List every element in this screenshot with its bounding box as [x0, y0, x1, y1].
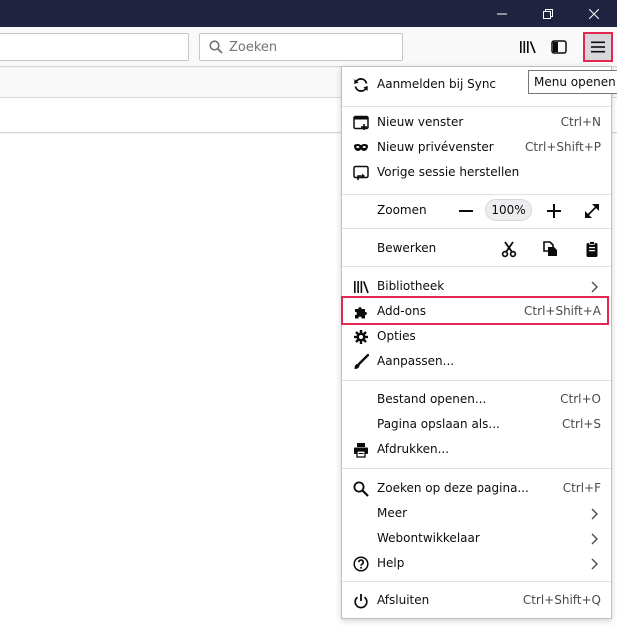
menu-item-customize[interactable]: Aanpassen... [342, 349, 611, 374]
search-bar[interactable] [199, 33, 403, 61]
menu-separator [342, 380, 611, 381]
navigation-toolbar [0, 27, 617, 67]
hamburger-icon [591, 41, 605, 53]
sync-icon [352, 76, 370, 94]
library-icon [352, 278, 370, 296]
menu-item-web-developer[interactable]: Webontwikkelaar [342, 526, 611, 551]
zoom-in-button[interactable] [545, 202, 563, 220]
copy-button[interactable] [541, 240, 559, 258]
chevron-right-icon [591, 533, 598, 545]
menu-item-more[interactable]: Meer [342, 501, 611, 526]
help-icon [352, 555, 370, 573]
menu-item-label: Add-ons [377, 304, 426, 318]
paintbrush-icon [352, 353, 370, 371]
menu-item-help[interactable]: Help [342, 551, 611, 576]
fullscreen-icon [585, 204, 599, 218]
menu-item-label: Webontwikkelaar [377, 531, 480, 545]
minimize-icon [497, 13, 507, 14]
cut-button[interactable] [500, 240, 518, 258]
shortcut-text: Ctrl+Shift+Q [522, 593, 601, 607]
url-bar[interactable] [0, 33, 189, 61]
gear-icon [352, 328, 370, 346]
menu-item-label: Afdrukken... [377, 442, 450, 456]
restore-icon [543, 8, 553, 19]
menu-item-label: Nieuw venster [377, 115, 464, 129]
printer-icon [352, 441, 370, 459]
minimize-button[interactable] [479, 0, 525, 27]
library-icon [520, 41, 536, 54]
menu-separator [342, 468, 611, 469]
chevron-right-icon [591, 281, 598, 293]
open-menu-button[interactable] [583, 32, 613, 62]
restore-button[interactable] [525, 0, 571, 27]
private-mask-icon [352, 139, 370, 157]
menu-item-quit[interactable]: Afsluiten Ctrl+Shift+Q [342, 588, 611, 613]
plus-icon [547, 204, 561, 218]
menu-item-options[interactable]: Opties [342, 324, 611, 349]
chevron-right-icon [591, 558, 598, 570]
menu-item-label: Bibliotheek [377, 279, 445, 293]
copy-icon [543, 241, 557, 256]
search-input[interactable] [229, 39, 399, 55]
library-button[interactable] [514, 33, 542, 61]
paste-button[interactable] [583, 240, 601, 258]
shortcut-text: Ctrl+Shift+A [524, 304, 601, 318]
zoom-out-button[interactable] [457, 202, 475, 220]
close-icon [589, 8, 599, 19]
menu-separator [342, 106, 611, 107]
menu-separator [342, 228, 611, 229]
menu-separator [342, 194, 611, 195]
menu-item-label: Opties [377, 329, 416, 343]
power-icon [352, 592, 370, 610]
menu-item-library[interactable]: Bibliotheek [342, 274, 611, 299]
puzzle-icon [352, 303, 370, 321]
menu-item-label: Help [377, 556, 405, 570]
minus-icon [459, 210, 473, 212]
menu-item-label: Afsluiten [377, 593, 430, 607]
menu-item-save-page[interactable]: Pagina opslaan als... Ctrl+S [342, 412, 611, 437]
menu-item-addons[interactable]: Add-ons Ctrl+Shift+A [342, 299, 611, 324]
menu-separator [342, 266, 611, 267]
zoom-reset-button[interactable]: 100% [485, 199, 532, 221]
sidebar-icon [551, 40, 567, 54]
shortcut-text: Ctrl+N [560, 115, 601, 129]
menu-item-new-window[interactable]: Nieuw venster Ctrl+N [342, 110, 611, 135]
restore-session-icon [352, 164, 370, 182]
menu-item-label: Zoeken op deze pagina... [377, 481, 529, 495]
search-icon [209, 40, 223, 54]
title-bar [0, 0, 617, 27]
menu-item-edit: Bewerken [342, 236, 611, 261]
menu-item-zoom: Zoomen 100% [342, 198, 611, 223]
menu-item-label: Bewerken [377, 241, 437, 255]
new-window-icon [352, 114, 370, 132]
menu-item-restore-session[interactable]: Vorige sessie herstellen [342, 160, 611, 185]
shortcut-text: Ctrl+O [560, 392, 601, 406]
menu-item-private-window[interactable]: Nieuw privévenster Ctrl+Shift+P [342, 135, 611, 160]
shortcut-text: Ctrl+S [561, 417, 601, 431]
scissors-icon [501, 241, 517, 258]
menu-item-label: Vorige sessie herstellen [377, 165, 520, 179]
menu-item-open-file[interactable]: Bestand openen... Ctrl+O [342, 387, 611, 412]
shortcut-text: Ctrl+F [562, 481, 601, 495]
search-icon [352, 480, 370, 498]
menu-item-print[interactable]: Afdrukken... [342, 437, 611, 462]
menu-tooltip: Menu openen [528, 70, 617, 94]
menu-item-label: Zoomen [377, 203, 427, 217]
app-menu-panel: Aanmelden bij Sync Nieuw venster Ctrl+N … [341, 66, 612, 619]
menu-item-label: Aanpassen... [377, 354, 455, 368]
sidebar-button[interactable] [545, 33, 573, 61]
close-window-button[interactable] [571, 0, 617, 27]
menu-item-find[interactable]: Zoeken op deze pagina... Ctrl+F [342, 476, 611, 501]
menu-item-label: Aanmelden bij Sync [377, 77, 497, 91]
clipboard-icon [586, 241, 598, 257]
menu-item-label: Pagina opslaan als... [377, 417, 500, 431]
menu-item-label: Nieuw privévenster [377, 140, 494, 154]
shortcut-text: Ctrl+Shift+P [525, 140, 601, 154]
chevron-right-icon [591, 508, 598, 520]
menu-item-label: Meer [377, 506, 408, 520]
fullscreen-button[interactable] [583, 202, 601, 220]
menu-item-label: Bestand openen... [377, 392, 487, 406]
menu-separator [342, 581, 611, 582]
